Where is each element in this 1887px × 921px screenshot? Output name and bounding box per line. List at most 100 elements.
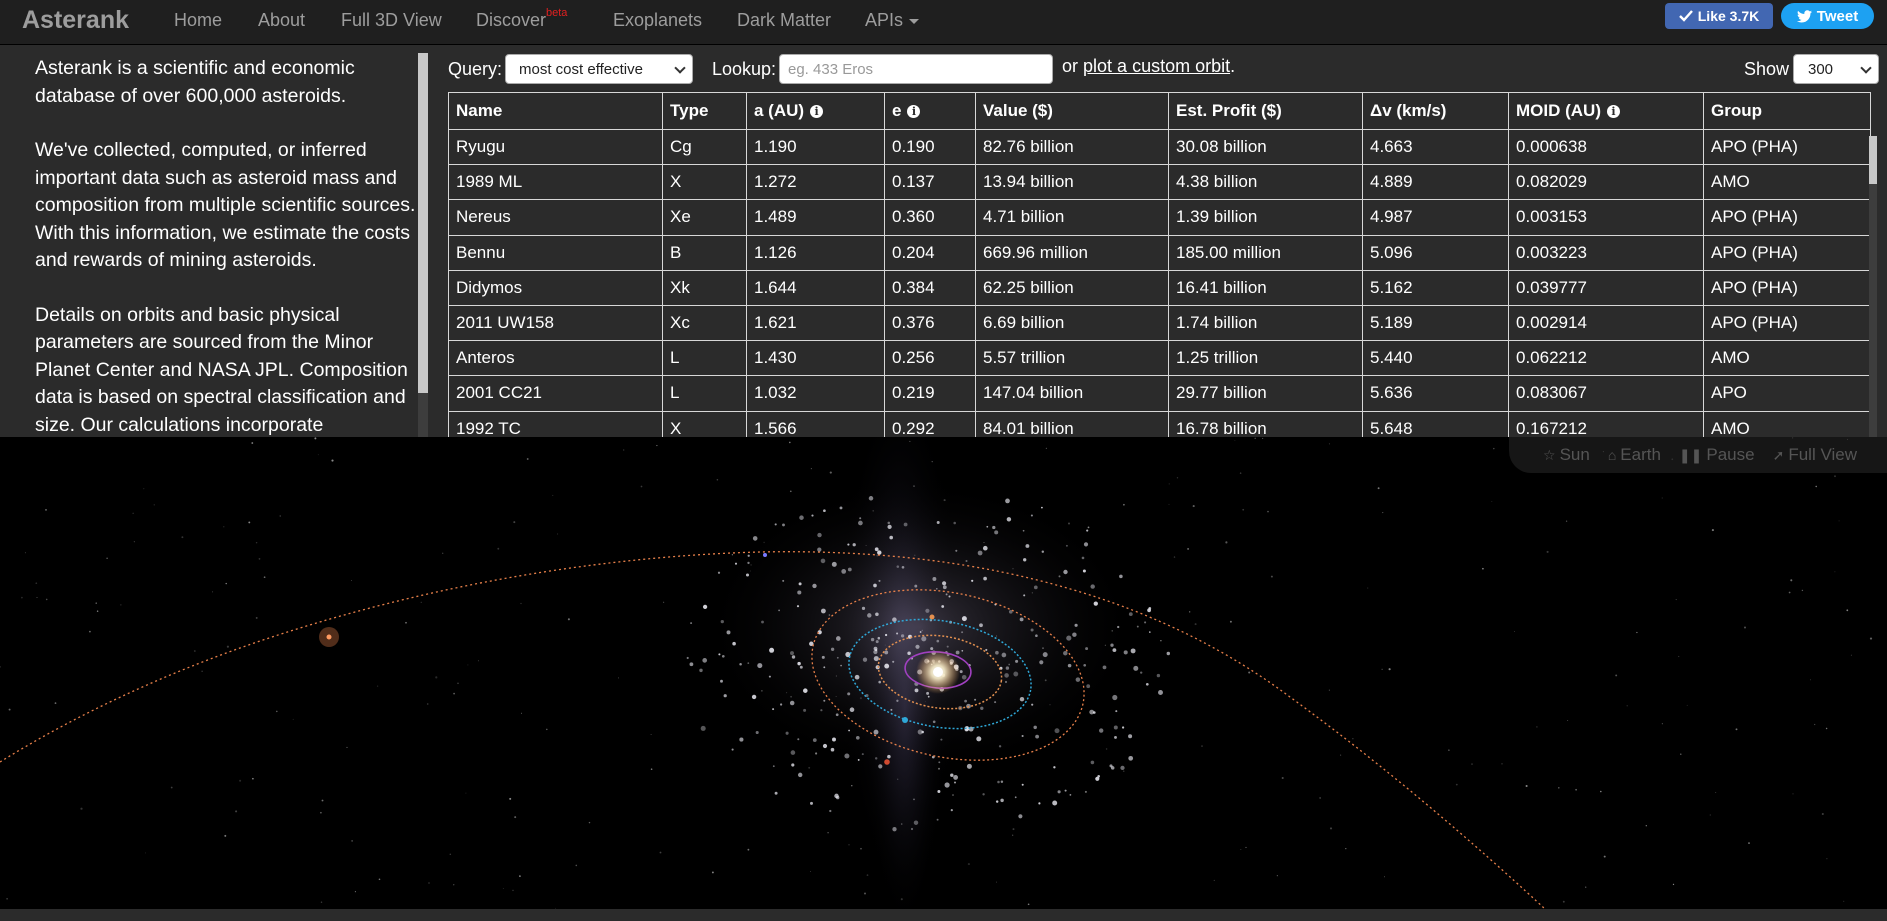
brand-logo[interactable]: Asterank (22, 6, 129, 35)
col-header-profit[interactable]: Est. Profit ($) (1168, 92, 1363, 130)
cell-delta-v: 5.636 (1362, 375, 1509, 412)
sun-view-button[interactable]: ☆ Sun (1543, 445, 1590, 465)
nav-exoplanets[interactable]: Exoplanets (613, 10, 702, 31)
pause-button[interactable]: ❚❚ Pause (1679, 445, 1755, 465)
col-header-value[interactable]: Value ($) (975, 92, 1169, 130)
col-header-moid[interactable]: MOID (AU) i (1508, 92, 1704, 130)
asteroid-point (1119, 574, 1123, 579)
table-row[interactable]: 1992 TC X 1.566 0.292 84.01 billion 16.78 bil… (448, 410, 1871, 437)
background-star (1838, 520, 1840, 522)
asteroid-object[interactable] (763, 553, 767, 557)
asteroid-point (1030, 628, 1034, 632)
background-star (1575, 788, 1577, 791)
background-star (1821, 812, 1824, 816)
background-star (1388, 668, 1391, 671)
asteroid-point (820, 558, 826, 564)
background-star (967, 863, 970, 866)
background-star (1455, 783, 1458, 786)
nav-full-3d-view[interactable]: Full 3D View (341, 10, 442, 31)
nav-apis-dropdown[interactable]: APIs (865, 10, 920, 31)
asteroid-point (799, 515, 804, 520)
background-star (1123, 503, 1125, 506)
background-star (497, 547, 500, 550)
info-icon[interactable]: i (907, 105, 921, 118)
asteroid-point (1038, 802, 1041, 805)
background-star (1814, 723, 1816, 726)
asteroid-point (877, 550, 882, 555)
earth-view-button[interactable]: ⌂ Earth (1608, 445, 1661, 465)
asteroid-point (732, 641, 736, 646)
table-row[interactable]: 1989 ML X 1.272 0.137 13.94 billion 4.38 bill… (448, 164, 1871, 201)
table-row[interactable]: Anteros L 1.430 0.256 5.57 trillion 1.25 tril… (448, 340, 1871, 377)
asteroid-point (747, 554, 750, 557)
comet-object[interactable] (326, 634, 332, 640)
solar-system-canvas[interactable] (0, 437, 1887, 909)
asteroid-point (874, 757, 878, 760)
asteroid-point (1008, 663, 1011, 666)
background-star (314, 437, 317, 440)
lookup-input[interactable]: eg. 433 Eros (779, 54, 1053, 84)
background-star (193, 650, 196, 652)
col-header-type[interactable]: Type (662, 92, 747, 130)
query-select[interactable]: most cost effective (505, 54, 693, 84)
table-row[interactable]: 2011 UW158 Xc 1.621 0.376 6.69 billion 1.74 b… (448, 304, 1871, 342)
asteroid-point (1005, 498, 1010, 504)
full-view-button[interactable]: ➚ Full View (1773, 445, 1857, 465)
asteroid-point (761, 620, 764, 624)
asteroid-point (976, 736, 982, 742)
col-header-name[interactable]: Name (448, 92, 663, 130)
intro-scrollbar[interactable] (418, 53, 428, 437)
col-header-e[interactable]: ei (884, 92, 976, 130)
background-star (95, 602, 97, 604)
orbit-3d-view[interactable]: ☆ Sun ⌂ Earth ❚❚ Pause ➚ Full View (0, 437, 1887, 909)
table-row[interactable]: Bennu B 1.126 0.204 669.96 million 185.00 mil… (448, 234, 1871, 271)
col-header-a[interactable]: a (AU) i (746, 92, 885, 130)
asteroid-point (699, 668, 703, 673)
table-row[interactable]: Nereus Xe 1.489 0.360 4.71 billion 1.39 billi… (448, 199, 1871, 236)
background-star (1686, 704, 1688, 706)
table-row[interactable]: 2001 CC21 L 1.032 0.219 147.04 billion 29.77 … (448, 375, 1871, 412)
mars-object[interactable] (884, 759, 890, 765)
asteroid-point (1102, 665, 1107, 670)
table-row[interactable]: Ryugu Cg 1.190 0.190 82.76 billion 30.08 bill… (448, 128, 1871, 166)
asteroid-point (917, 729, 923, 735)
cell-e: 0.204 (884, 234, 976, 271)
table-row[interactable]: Didymos Xk 1.644 0.384 62.25 billion 16.41 bi… (448, 269, 1871, 306)
asteroid-point (817, 532, 822, 538)
venus-object[interactable] (929, 614, 935, 620)
background-star (24, 552, 26, 554)
asteroid-point (1110, 643, 1114, 647)
sun-object[interactable] (933, 667, 943, 677)
asteroid-point (950, 809, 953, 812)
background-star (317, 454, 319, 456)
asteroid-point (936, 639, 940, 643)
background-star (512, 889, 514, 892)
plot-custom-orbit-link[interactable]: plot a custom orbit (1083, 56, 1230, 76)
background-star (1869, 637, 1873, 640)
col-header-delta-v[interactable]: Δv (km/s) (1362, 92, 1509, 130)
table-scrollbar[interactable] (1869, 136, 1877, 437)
cell-delta-v: 4.987 (1362, 199, 1509, 236)
nav-discover[interactable]: Discoverbeta (476, 7, 567, 31)
asteroid-point (797, 590, 802, 595)
col-header-moid-label: MOID (AU) (1516, 101, 1601, 120)
col-header-group[interactable]: Group (1703, 92, 1871, 130)
facebook-like-button[interactable]: Like 3.7K (1665, 3, 1773, 29)
asteroid-point (855, 735, 860, 740)
asteroid-point (1014, 796, 1017, 799)
nav-home[interactable]: Home (174, 10, 222, 31)
cell-value: 84.01 billion (975, 410, 1169, 437)
show-count-select[interactable]: 300 (1793, 54, 1879, 84)
tweet-button[interactable]: Tweet (1781, 3, 1874, 29)
nav-about[interactable]: About (258, 10, 305, 31)
scrollbar-thumb[interactable] (418, 53, 428, 393)
nav-dark-matter[interactable]: Dark Matter (737, 10, 831, 31)
earth-object[interactable] (902, 717, 908, 723)
scrollbar-thumb[interactable] (1869, 136, 1877, 184)
asteroid-point (1112, 694, 1118, 701)
info-icon[interactable]: i (810, 105, 824, 118)
asteroid-point (1053, 766, 1056, 769)
asteroid-point (1145, 682, 1149, 686)
info-icon[interactable]: i (1606, 105, 1620, 118)
background-star (1187, 547, 1190, 550)
